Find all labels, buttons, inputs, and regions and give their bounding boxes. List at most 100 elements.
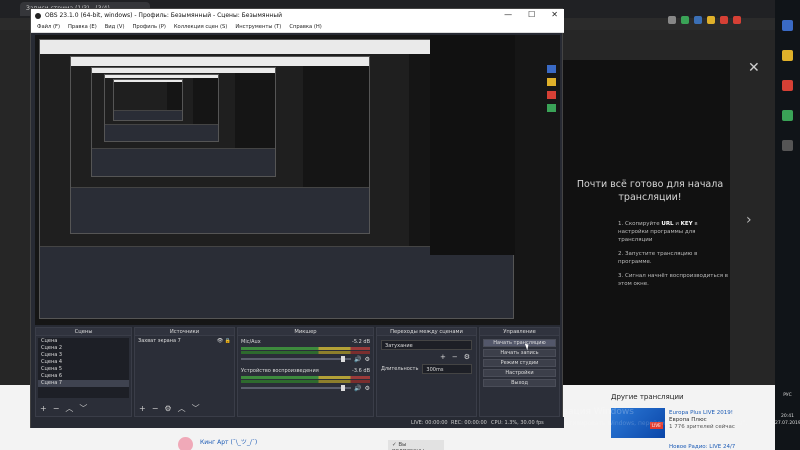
language-indicator[interactable]: РУС [775, 393, 800, 398]
extension-icon[interactable] [720, 16, 728, 24]
volume-meter [241, 380, 370, 383]
channel-name: Mic/Aux [241, 339, 261, 345]
scene-list: Сцена Сцена 2 Сцена 3 Сцена 4 Сцена 5 Сц… [38, 338, 129, 398]
volume-slider[interactable] [241, 356, 352, 362]
duration-label: Длительность [381, 366, 419, 372]
add-scene-button[interactable]: + [40, 405, 47, 413]
windows-activation-text: Чтобы активировать Windows, перейдите в … [540, 420, 748, 427]
transitions-dock: Переходы между сценами Затухание + − ⚙ Д… [376, 327, 477, 417]
gear-icon[interactable]: ⚙ [365, 356, 370, 363]
menu-tools[interactable]: Инструменты (T) [235, 24, 281, 30]
clock-time[interactable]: 20:41 [775, 414, 800, 419]
close-icon[interactable]: ✕ [748, 60, 760, 76]
transition-select[interactable]: Затухание [381, 340, 472, 350]
volume-slider[interactable] [241, 385, 352, 391]
ready-step: 3. Сигнал начнёт воспроизводиться в этом… [618, 272, 728, 288]
move-up-button[interactable]: ︿ [65, 405, 73, 413]
sources-header: Источники [135, 328, 234, 336]
broadcast-title[interactable]: Europa Plus LIVE 2019! [669, 410, 749, 417]
next-broadcast-title[interactable]: Новое Радио: LIVE 24/7 [669, 444, 735, 450]
step-number: 3. [618, 273, 625, 279]
move-up-button[interactable]: ︿ [178, 405, 186, 413]
avatar[interactable] [178, 437, 193, 450]
extension-icon[interactable] [707, 16, 715, 24]
menu-edit[interactable]: Правка (E) [68, 24, 97, 30]
lock-icon[interactable]: 🔒 [225, 338, 231, 344]
volume-meter [241, 351, 370, 354]
cpu-fps: CPU: 1.3%, 30.00 fps [491, 420, 544, 426]
duration-input[interactable]: 300ms [422, 364, 472, 374]
extension-icon[interactable] [694, 16, 702, 24]
obs-window: OBS 23.1.0 (64-bit, windows) - Профиль: … [30, 8, 564, 428]
scenes-dock: Сцены Сцена Сцена 2 Сцена 3 Сцена 4 Сцен… [35, 327, 132, 417]
gear-icon[interactable]: ⚙ [365, 385, 370, 392]
maximize-button[interactable]: ☐ [528, 10, 535, 19]
extension-icon[interactable] [668, 16, 676, 24]
ready-steps: 1. Скопируйте URL и KEY в настройки прог… [618, 220, 728, 294]
step-text: Запустите трансляцию в программе. [618, 251, 698, 265]
clock-date[interactable]: 27.07.2019 [775, 421, 800, 426]
scene-item-selected[interactable]: Сцена 7 [38, 380, 129, 387]
speaker-icon[interactable]: 🔊 [354, 356, 361, 363]
extension-icon[interactable] [681, 16, 689, 24]
remove-scene-button[interactable]: − [53, 405, 60, 413]
slider-handle[interactable] [341, 385, 346, 391]
slider-handle[interactable] [341, 356, 346, 362]
browser-extensions [668, 16, 741, 24]
minimize-button[interactable]: — [504, 10, 512, 19]
speaker-icon[interactable]: 🔊 [354, 385, 361, 392]
scene-item[interactable]: Сцена 2 [38, 345, 129, 352]
app-icon[interactable] [782, 80, 793, 91]
controls-dock: Управление Начать трансляцию Начать запи… [479, 327, 560, 417]
menu-bar: Файл (F) Правка (E) Вид (V) Профиль (P) … [31, 22, 564, 33]
dock-area: Сцены Сцена Сцена 2 Сцена 3 Сцена 4 Сцен… [35, 327, 560, 417]
obs-titlebar[interactable]: OBS 23.1.0 (64-bit, windows) - Профиль: … [31, 9, 564, 22]
transitions-header: Переходы между сценами [377, 328, 476, 336]
source-item[interactable]: Захват экрана 7 👁 🔒 [135, 336, 234, 346]
sources-dock: Источники Захват экрана 7 👁 🔒 + − ⚙ ︿ ﹀ [134, 327, 235, 417]
remove-transition-button[interactable]: − [452, 353, 458, 361]
menu-help[interactable]: Справка (H) [289, 24, 321, 30]
menu-profile[interactable]: Профиль (P) [133, 24, 166, 30]
window-title: OBS 23.1.0 (64-bit, windows) - Профиль: … [45, 12, 282, 19]
step-bold: KEY [680, 221, 693, 227]
scene-item[interactable]: Сцена 3 [38, 352, 129, 359]
move-down-button[interactable]: ﹀ [192, 405, 200, 413]
step-text: Скопируйте [625, 221, 662, 227]
extension-icon[interactable] [733, 16, 741, 24]
gear-icon[interactable]: ⚙ [464, 353, 470, 361]
scene-item[interactable]: Сцена [38, 338, 129, 345]
step-text: Сигнал начнёт воспроизводиться в этом ок… [618, 273, 729, 287]
app-icon[interactable] [782, 140, 793, 151]
scene-item[interactable]: Сцена 6 [38, 373, 129, 380]
add-source-button[interactable]: + [139, 405, 146, 413]
scene-item[interactable]: Сцена 4 [38, 359, 129, 366]
move-down-button[interactable]: ﹀ [79, 405, 87, 413]
step-number: 2. [618, 251, 625, 257]
ready-step: 1. Скопируйте URL и KEY в настройки прог… [618, 220, 728, 244]
author-name[interactable]: Кинг Арт (¯\_ツ_/¯) [200, 437, 257, 446]
studio-mode-button[interactable]: Режим студии [483, 359, 556, 367]
chevron-right-icon[interactable]: › [746, 212, 752, 228]
remove-source-button[interactable]: − [152, 405, 159, 413]
mixer-dock: Микшер Mic/Aux -5.2 dB 🔊 ⚙ Устройство во… [237, 327, 374, 417]
app-icon[interactable] [782, 50, 793, 61]
eye-icon[interactable]: 👁 [217, 338, 223, 344]
source-properties-button[interactable]: ⚙ [164, 405, 171, 413]
close-button[interactable]: ✕ [551, 10, 558, 19]
start-streaming-button[interactable]: Начать трансляцию [483, 339, 556, 347]
exit-button[interactable]: Выход [483, 379, 556, 387]
subscribed-button[interactable]: ✓ Вы подписаны [388, 440, 444, 450]
menu-view[interactable]: Вид (V) [105, 24, 125, 30]
app-icon[interactable] [782, 20, 793, 31]
other-broadcasts-title: Другие трансляции [611, 393, 684, 401]
menu-file[interactable]: Файл (F) [37, 24, 60, 30]
preview-canvas[interactable] [35, 35, 560, 325]
scene-item[interactable]: Сцена 5 [38, 366, 129, 373]
app-icon[interactable] [782, 110, 793, 121]
settings-button[interactable]: Настройки [483, 369, 556, 377]
menu-scene-collection[interactable]: Коллекция сцен (S) [174, 24, 227, 30]
start-recording-button[interactable]: Начать запись [483, 349, 556, 357]
add-transition-button[interactable]: + [440, 353, 446, 361]
controls-header: Управление [480, 328, 559, 336]
